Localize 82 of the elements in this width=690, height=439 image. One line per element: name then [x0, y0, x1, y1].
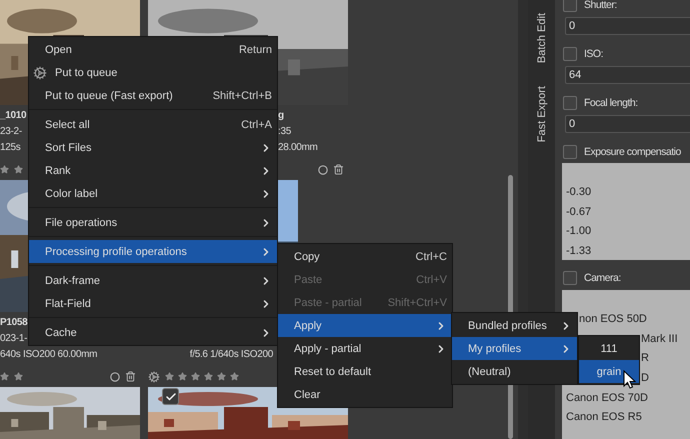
menu-item[interactable]: Open Return: [29, 38, 277, 61]
file-name: P1058: [0, 317, 28, 328]
menu-item[interactable]: Rank: [29, 159, 277, 182]
circle-icon[interactable]: [110, 372, 120, 382]
star-rating[interactable]: [165, 372, 239, 381]
star-icon[interactable]: [191, 372, 200, 381]
gear-icon: [33, 66, 47, 80]
shortcut-text: Shift+Ctrl+B: [212, 90, 272, 102]
list-item[interactable]: -1.00: [566, 225, 592, 238]
trash-icon[interactable]: [125, 371, 136, 382]
file-name: g: [278, 110, 284, 121]
star-icon[interactable]: [217, 372, 226, 381]
star-icon[interactable]: [178, 372, 187, 381]
menu-item[interactable]: Cache: [29, 321, 277, 344]
field-label: ISO:: [584, 48, 604, 60]
menu-item[interactable]: Dark-frame: [29, 269, 277, 292]
input-field[interactable]: 64: [565, 66, 690, 84]
menu-item[interactable]: Put to queue (Fast export) Shift+Ctrl+B: [29, 84, 277, 107]
star-icon[interactable]: [0, 372, 9, 381]
checkbox[interactable]: [563, 96, 577, 110]
checkbox[interactable]: [563, 145, 577, 159]
star-icon[interactable]: [165, 372, 174, 381]
list-item[interactable]: -0.67: [566, 206, 592, 218]
trash-icon[interactable]: [333, 164, 344, 175]
checkbox[interactable]: [162, 388, 179, 405]
file-date: 23-2-: [0, 126, 22, 137]
menu-item[interactable]: Copy Ctrl+C: [278, 245, 452, 268]
list-item[interactable]: -0.30: [566, 186, 592, 198]
menu-item[interactable]: My profiles: [452, 337, 577, 360]
exif-info: 125s: [0, 142, 20, 153]
menu-item[interactable]: Put to queue: [29, 61, 277, 84]
menu-item[interactable]: Sort Files: [29, 136, 277, 159]
file-name: _1010: [0, 110, 26, 121]
menu-item[interactable]: Reset to default: [278, 360, 452, 383]
list-item[interactable]: R: [641, 352, 649, 364]
menu-item[interactable]: Flat-Field: [29, 292, 277, 315]
field-label: Shutter:: [584, 0, 617, 11]
menu-item[interactable]: 111: [579, 337, 639, 360]
list-item[interactable]: Canon EOS R5: [566, 411, 642, 424]
circle-icon[interactable]: [318, 164, 328, 174]
shortcut-text: Ctrl+A: [241, 118, 272, 130]
star-icon[interactable]: [14, 372, 23, 381]
list-item[interactable]: -1.33: [566, 245, 592, 258]
field-label: Focal length:: [584, 97, 638, 109]
list-item[interactable]: Canon EOS 70D: [566, 392, 648, 404]
shortcut-text: Ctrl+C: [416, 250, 447, 262]
shortcut-text: Return: [238, 44, 272, 56]
field-label: Exposure compensatio: [584, 146, 681, 158]
list-item[interactable]: Mark III: [641, 332, 678, 345]
menu-item[interactable]: Processing profile operations: [29, 240, 277, 263]
menu-item[interactable]: grain: [579, 360, 639, 383]
star-icon[interactable]: [14, 165, 23, 174]
checkbox[interactable]: [563, 0, 577, 12]
star-icon[interactable]: [0, 165, 9, 174]
list-item[interactable]: D: [641, 372, 649, 384]
file-date: 023-1-: [0, 333, 28, 344]
list-item[interactable]: non EOS 50D: [579, 313, 647, 325]
exif-info: 640s ISO200 60.00mm: [0, 349, 98, 360]
menu-item[interactable]: File operations: [29, 211, 277, 234]
check-icon: [164, 390, 176, 402]
star-icon[interactable]: [230, 372, 239, 381]
checkbox[interactable]: [563, 271, 577, 285]
menu-item[interactable]: Apply: [278, 314, 452, 337]
star-icon[interactable]: [204, 372, 213, 381]
side-tab[interactable]: Fast Export: [536, 86, 548, 142]
menu-item[interactable]: Clear: [278, 383, 452, 406]
cursor-icon: [623, 370, 636, 389]
checkbox[interactable]: [563, 47, 577, 61]
file-date: :35: [278, 126, 292, 137]
menu-item[interactable]: Select all Ctrl+A: [29, 113, 277, 136]
exif-info: 28.00mm: [278, 142, 318, 153]
shortcut-text: Shift+Ctrl+V: [388, 296, 447, 308]
input-field[interactable]: 0: [565, 17, 690, 35]
menu-item[interactable]: Bundled profiles: [452, 314, 577, 337]
field-label: Camera:: [584, 272, 621, 284]
exif-info: f/5.6 1/640s ISO200: [190, 349, 273, 360]
input-field[interactable]: 0: [565, 115, 690, 133]
shortcut-text: Ctrl+V: [416, 274, 447, 286]
menu-item[interactable]: Color label: [29, 182, 277, 205]
menu-item[interactable]: Apply - partial: [278, 337, 452, 360]
side-tab[interactable]: Batch Edit: [536, 13, 548, 64]
menu-item[interactable]: (Neutral): [452, 360, 577, 383]
